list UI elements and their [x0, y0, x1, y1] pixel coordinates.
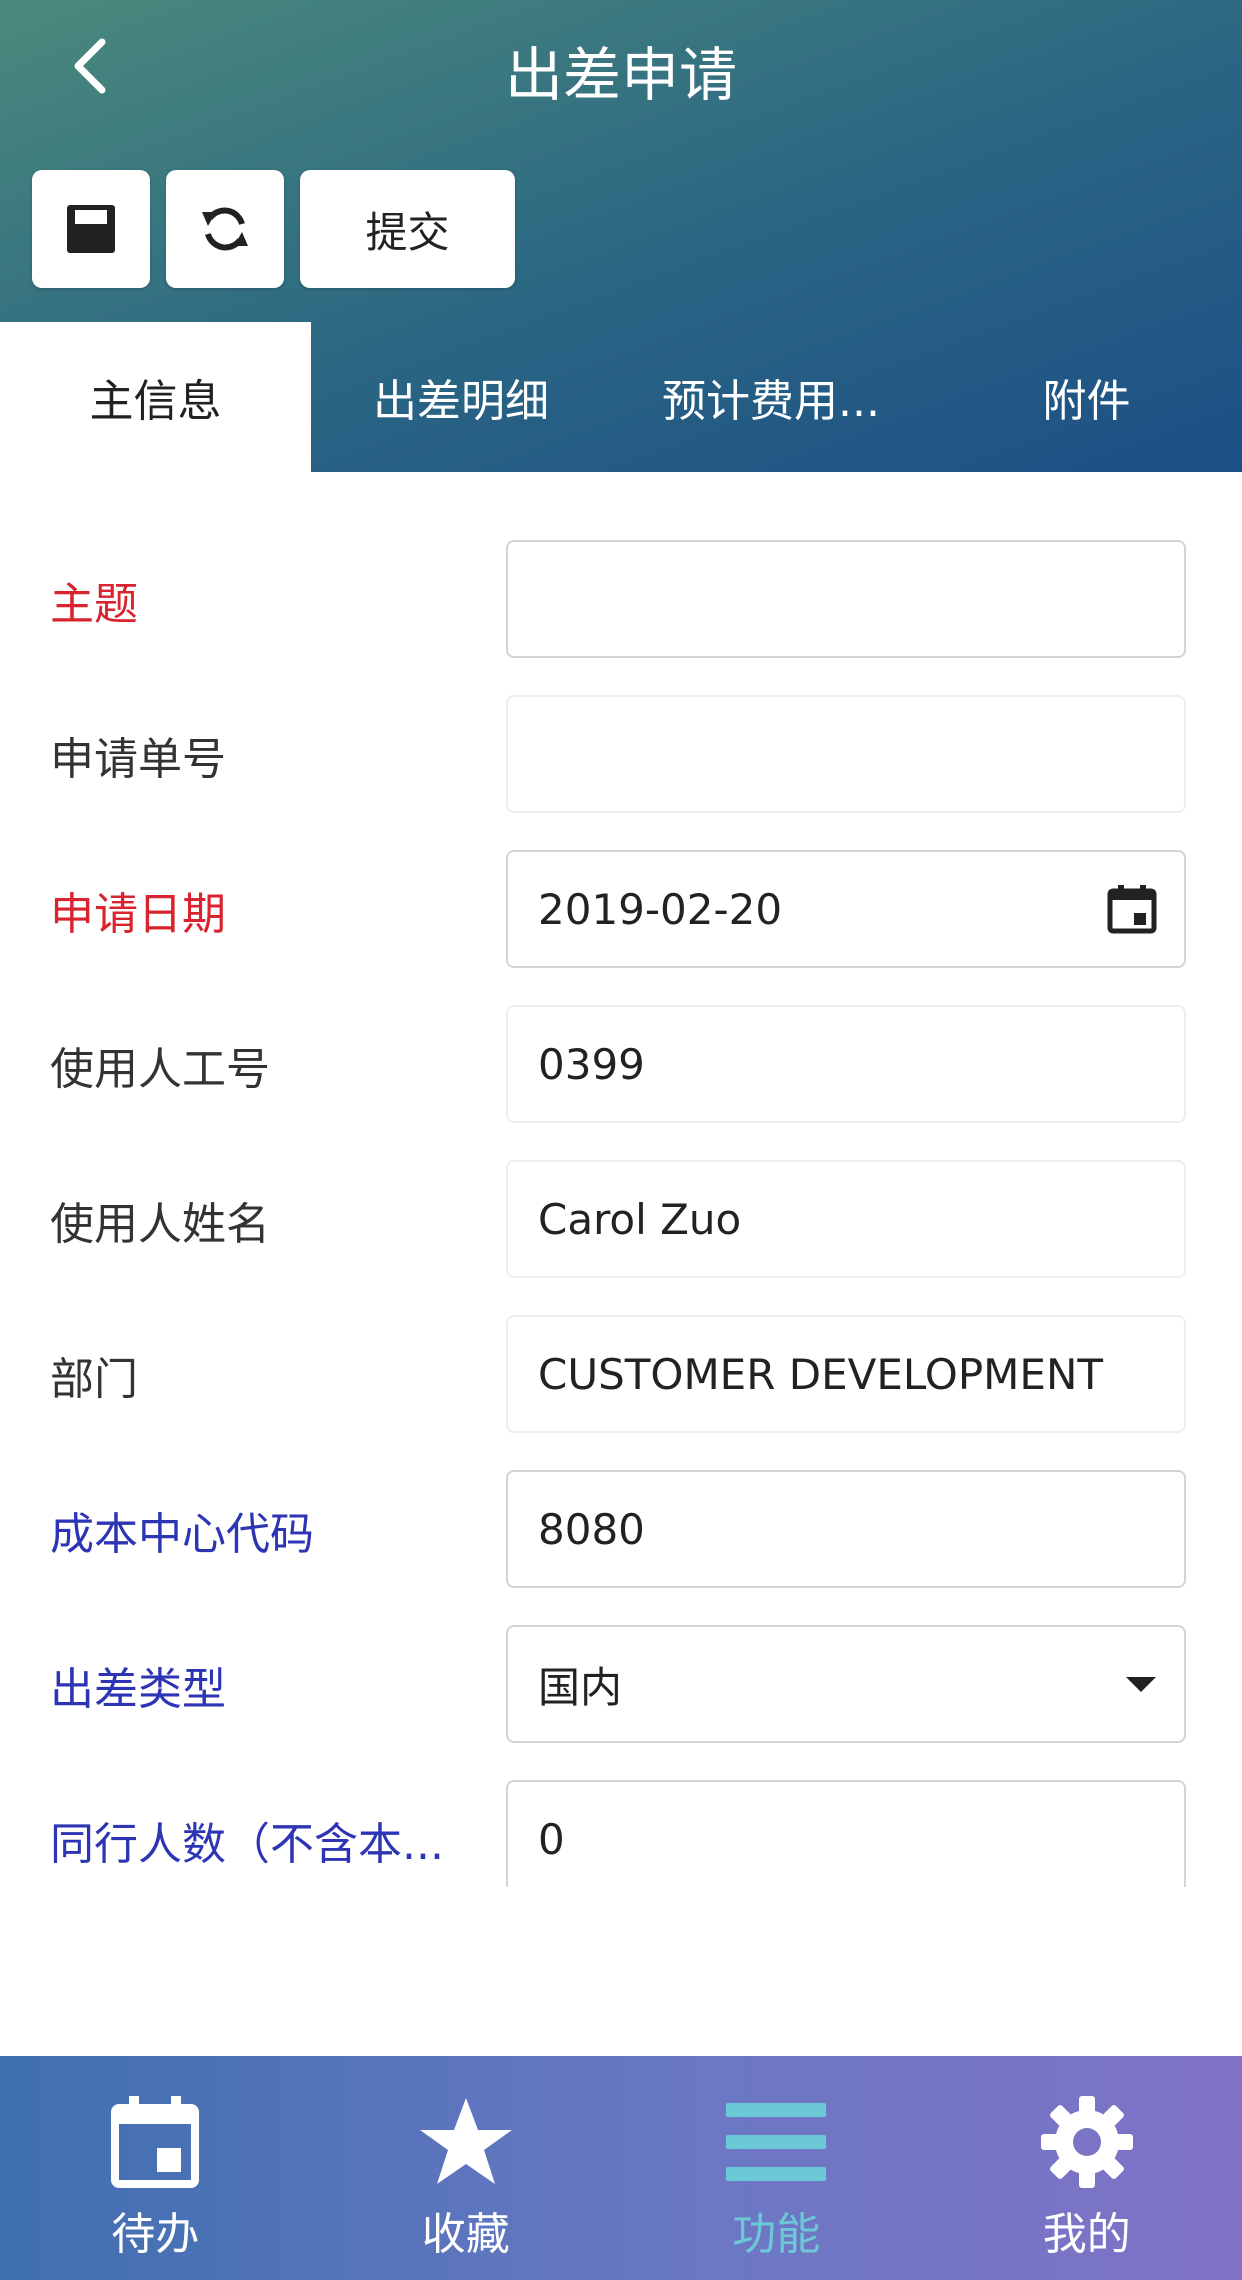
tabbar-item-functions[interactable]: 功能 [621, 2056, 932, 2280]
request-date-value: 2019-02-20 [538, 884, 783, 934]
tabbar-label-me: 我的 [1042, 2209, 1131, 2260]
cost-center-input[interactable]: 8080 [506, 1470, 1186, 1588]
save-button[interactable] [32, 170, 150, 288]
user-id-field: 0399 [506, 1005, 1186, 1123]
form-row-subject: 主题 [0, 522, 1242, 678]
submit-button[interactable]: 提交 [300, 170, 515, 288]
trip-type-value: 国内 [538, 1662, 623, 1712]
subject-label: 主题 [50, 579, 138, 630]
user-id-label: 使用人工号 [50, 1044, 270, 1095]
form-row-request-date: 申请日期 2019-02-20 [0, 832, 1242, 988]
tabbar-label-favorites: 收藏 [421, 2209, 510, 2260]
form-row-cost-center: 成本中心代码 8080 [0, 1452, 1242, 1608]
form-row-companions: 同行人数（不含本... 0 [0, 1762, 1242, 1887]
form: 主题 申请单号 申请日期 2019-02-20 使用人工号 0399 使用人姓名 [0, 472, 1242, 1887]
tabbar-label-todo: 待办 [111, 2209, 200, 2260]
menu-icon [726, 2103, 827, 2181]
form-row-department: 部门 CUSTOMER DEVELOPMENT [0, 1297, 1242, 1453]
companions-label: 同行人数（不含本... [50, 1819, 444, 1870]
gear-icon [1040, 2096, 1133, 2188]
form-row-user-name: 使用人姓名 Carol Zuo [0, 1142, 1242, 1298]
user-name-field: Carol Zuo [506, 1160, 1186, 1278]
tabbar-item-todo[interactable]: 待办 [0, 2056, 311, 2280]
tabbar-item-favorites[interactable]: 收藏 [311, 2056, 622, 2280]
page-title: 出差申请 [504, 41, 737, 109]
tab-trip-details[interactable]: 出差明细 [311, 322, 611, 472]
request-number-field [506, 695, 1186, 813]
tabbar-item-me[interactable]: 我的 [932, 2056, 1242, 2280]
tab-bar: 主信息 出差明细 预计费用... 附件 [0, 322, 1242, 472]
request-number-label: 申请单号 [50, 734, 226, 785]
department-label: 部门 [50, 1354, 138, 1405]
bottom-tab-bar: 待办 收藏 功能 我的 [0, 2056, 1242, 2280]
request-date-input[interactable]: 2019-02-20 [506, 850, 1186, 968]
refresh-button[interactable] [166, 170, 284, 288]
request-date-label: 申请日期 [50, 889, 226, 940]
user-name-label: 使用人姓名 [50, 1199, 270, 1250]
dropdown-arrow-icon [1126, 1677, 1156, 1692]
trip-type-label: 出差类型 [50, 1664, 226, 1715]
calendar-icon[interactable] [1106, 883, 1158, 935]
department-field: CUSTOMER DEVELOPMENT [506, 1315, 1186, 1433]
companions-input[interactable]: 0 [506, 1780, 1186, 1887]
cost-center-label: 成本中心代码 [50, 1509, 314, 1560]
subject-input[interactable] [506, 540, 1186, 658]
trip-type-select[interactable]: 国内 [506, 1625, 1186, 1743]
tab-estimated-costs[interactable]: 预计费用... [611, 322, 931, 472]
tabbar-label-functions: 功能 [732, 2209, 821, 2260]
header: 出差申请 提交 主信息 出差明细 预计费用... 附件 [0, 0, 1242, 472]
star-icon [419, 2098, 512, 2184]
tab-main-info[interactable]: 主信息 [0, 322, 311, 472]
form-row-user-id: 使用人工号 0399 [0, 987, 1242, 1143]
form-row-trip-type: 出差类型 国内 [0, 1607, 1242, 1763]
calendar-icon [111, 2096, 200, 2188]
tab-attachments[interactable]: 附件 [931, 322, 1242, 472]
save-icon [67, 205, 115, 253]
form-row-request-number: 申请单号 [0, 677, 1242, 833]
refresh-icon [202, 207, 248, 251]
